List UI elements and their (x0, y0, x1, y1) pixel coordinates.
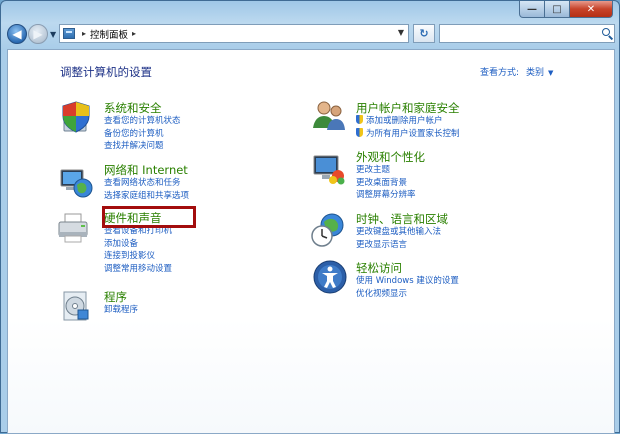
category-ease-of-access: 轻松访问 使用 Windows 建议的设置 优化视频显示 (356, 261, 459, 300)
page-title: 调整计算机的设置 (60, 65, 152, 79)
category-title[interactable]: 外观和个性化 (356, 150, 425, 164)
category-title[interactable]: 系统和安全 (104, 101, 181, 115)
category-title[interactable]: 时钟、语言和区域 (356, 212, 448, 226)
refresh-icon: ↻ (419, 27, 429, 40)
category-title[interactable]: 硬件和声音 (104, 211, 172, 225)
link-view-computer-status[interactable]: 查看您的计算机状态 (104, 115, 181, 128)
minimize-button[interactable]: — (519, 1, 545, 18)
link-screen-resolution[interactable]: 调整屏幕分辨率 (356, 189, 425, 202)
forward-button[interactable]: ▶ (28, 24, 48, 44)
users-icon (313, 101, 345, 130)
view-mode-value[interactable]: 类别 (526, 68, 544, 78)
search-input[interactable] (439, 24, 615, 43)
link-view-network-status[interactable]: 查看网络状态和任务 (104, 177, 189, 190)
main-content: 调整计算机的设置 查看方式: 类别 ▼ 系统和安全 查看您的计算机状态 备份您的计… (7, 49, 615, 434)
network-globe-icon (60, 169, 93, 198)
clock-globe-icon (311, 213, 344, 247)
ease-of-access-icon (313, 260, 347, 294)
category-hardware-sound: 硬件和声音 查看设备和打印机 添加设备 连接到投影仪 调整常用移动设置 (104, 211, 172, 275)
search-icon[interactable] (602, 28, 610, 36)
close-button[interactable]: ✕ (570, 1, 613, 18)
category-clock-language: 时钟、语言和区域 更改键盘或其他输入法 更改显示语言 (356, 212, 448, 251)
address-dropdown-icon[interactable]: ▼ (398, 28, 404, 37)
link-homegroup-sharing[interactable]: 选择家庭组和共享选项 (104, 190, 189, 203)
back-button[interactable]: ◀ (7, 24, 27, 44)
category-title[interactable]: 轻松访问 (356, 261, 459, 275)
link-change-keyboard[interactable]: 更改键盘或其他输入法 (356, 226, 448, 239)
link-add-device[interactable]: 添加设备 (104, 238, 172, 251)
breadcrumb-separator[interactable]: ▸ (132, 29, 136, 38)
link-windows-recommended-settings[interactable]: 使用 Windows 建议的设置 (356, 275, 459, 288)
link-change-theme[interactable]: 更改主题 (356, 164, 425, 177)
view-mode-dropdown[interactable]: 类别 ▼ (526, 65, 553, 78)
link-devices-printers[interactable]: 查看设备和打印机 (104, 225, 172, 238)
breadcrumb-control-panel[interactable]: 控制面板 (90, 27, 128, 41)
control-panel-icon (63, 28, 75, 39)
programs-icon (63, 291, 89, 321)
category-system-security: 系统和安全 查看您的计算机状态 备份您的计算机 查找并解决问题 (104, 101, 181, 153)
arrow-right-icon: ▶ (33, 27, 43, 41)
monitor-paint-icon (313, 155, 345, 185)
history-dropdown-icon[interactable]: ▼ (50, 30, 56, 39)
category-appearance: 外观和个性化 更改主题 更改桌面背景 调整屏幕分辨率 (356, 150, 425, 202)
link-parental-controls[interactable]: 为所有用户设置家长控制 (356, 128, 460, 141)
category-title[interactable]: 网络和 Internet (104, 163, 189, 177)
category-network-internet: 网络和 Internet 查看网络状态和任务 选择家庭组和共享选项 (104, 163, 189, 202)
link-desktop-background[interactable]: 更改桌面背景 (356, 177, 425, 190)
address-bar[interactable]: ▸ 控制面板 ▸ ▼ (59, 24, 409, 43)
link-connect-projector[interactable]: 连接到投影仪 (104, 250, 172, 263)
printer-icon (58, 213, 88, 243)
navigation-bar: ◀ ▶ ▼ ▸ 控制面板 ▸ ▼ ↻ (7, 23, 615, 45)
link-optimize-display[interactable]: 优化视频显示 (356, 288, 459, 301)
link-mobility-settings[interactable]: 调整常用移动设置 (104, 263, 172, 276)
refresh-button[interactable]: ↻ (413, 24, 435, 43)
arrow-left-icon: ◀ (12, 27, 22, 41)
category-title[interactable]: 用户帐户和家庭安全 (356, 101, 460, 115)
link-uninstall-program[interactable]: 卸载程序 (104, 304, 138, 317)
link-add-remove-users[interactable]: 添加或删除用户帐户 (356, 115, 460, 128)
link-display-language[interactable]: 更改显示语言 (356, 239, 448, 252)
link-backup-computer[interactable]: 备份您的计算机 (104, 128, 181, 141)
link-troubleshoot[interactable]: 查找并解决问题 (104, 140, 181, 153)
caption-buttons: — □ ✕ (519, 1, 613, 19)
shield-computer-icon (62, 101, 90, 133)
control-panel-window: — □ ✕ ◀ ▶ ▼ ▸ 控制面板 ▸ ▼ ↻ 调整计算机的设置 查看方式: … (0, 0, 620, 434)
category-title[interactable]: 程序 (104, 290, 138, 304)
chevron-down-icon: ▼ (548, 69, 554, 77)
category-programs: 程序 卸载程序 (104, 290, 138, 317)
view-mode-label: 查看方式: (480, 68, 520, 78)
maximize-button[interactable]: □ (545, 1, 570, 18)
category-user-accounts: 用户帐户和家庭安全 添加或删除用户帐户 为所有用户设置家长控制 (356, 101, 460, 140)
breadcrumb-separator[interactable]: ▸ (82, 29, 86, 38)
